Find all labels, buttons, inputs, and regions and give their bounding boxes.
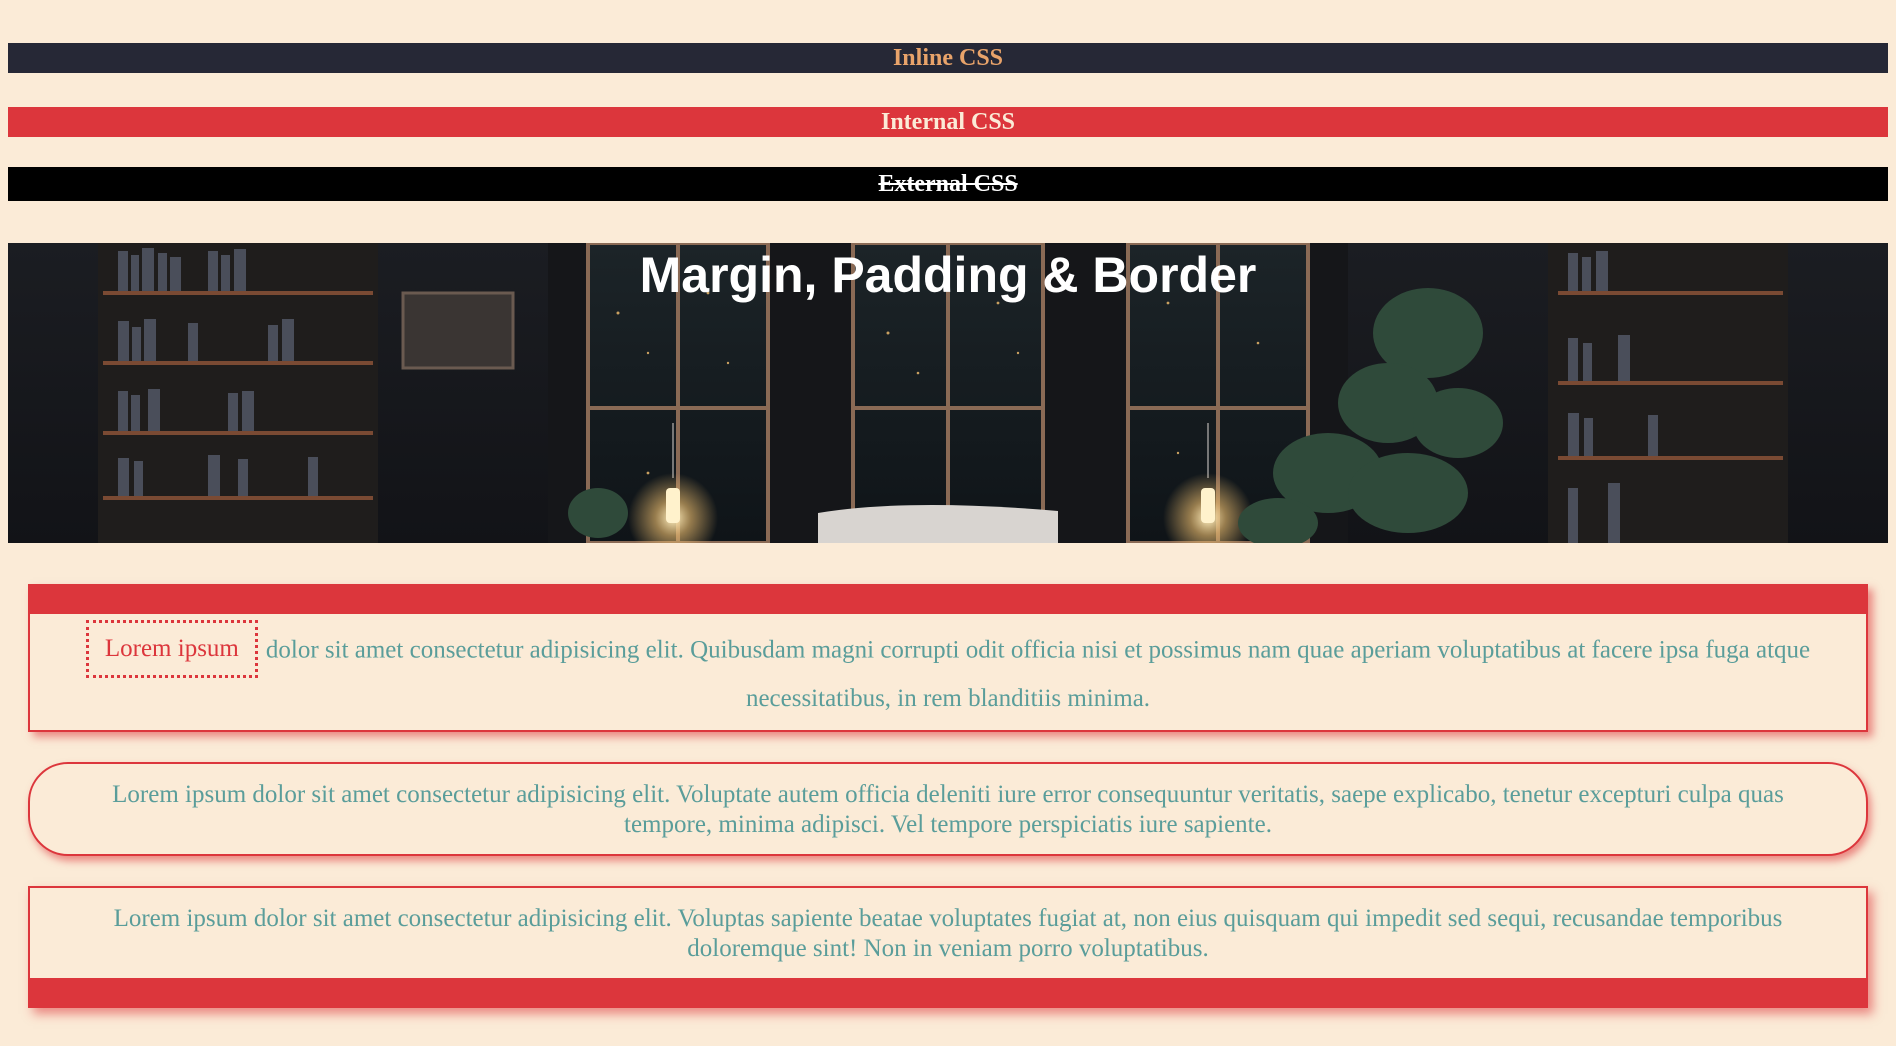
heading-inline-css: Inline CSS <box>8 43 1888 73</box>
lorem-badge: Lorem ipsum <box>85 620 258 678</box>
paragraph-3: Lorem ipsum dolor sit amet consectetur a… <box>28 886 1868 1008</box>
heading-internal-css: Internal CSS <box>8 107 1888 137</box>
hero-banner: Margin, Padding & Border <box>8 243 1888 543</box>
paragraph-2: Lorem ipsum dolor sit amet consectetur a… <box>28 762 1868 856</box>
paragraph-1-text: dolor sit amet consectetur adipisicing e… <box>265 636 1811 712</box>
hero-title: Margin, Padding & Border <box>639 247 1257 303</box>
heading-external-css: External CSS <box>8 167 1888 201</box>
paragraph-1: Lorem ipsum dolor sit amet consectetur ad… <box>28 584 1868 732</box>
